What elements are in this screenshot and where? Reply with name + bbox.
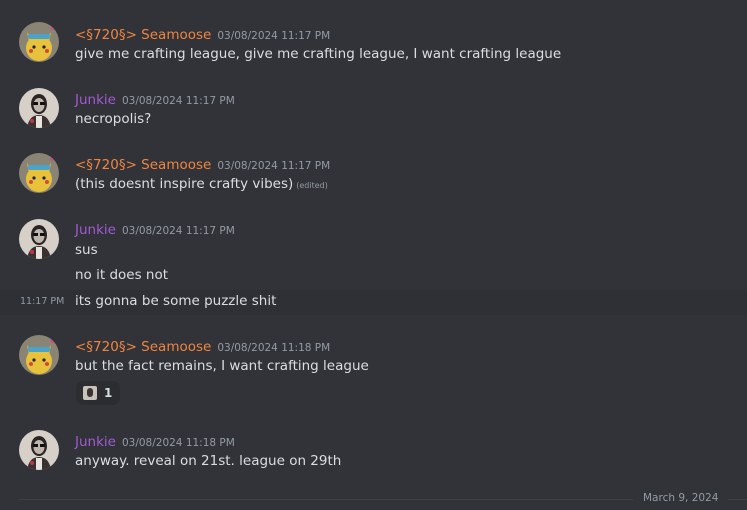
junkie-avatar-icon [19,430,59,470]
message-timestamp: 03/08/2024 11:17 PM [121,225,235,237]
message-timestamp: 03/08/2024 11:18 PM [217,342,331,354]
username[interactable]: <§720§> Seamoose [75,27,211,43]
username[interactable]: <§720§> Seamoose [75,157,211,173]
message-text: give me crafting league, give me craftin… [75,46,562,62]
message-text-content: (this doesnt inspire crafty vibes) [75,176,294,192]
username[interactable]: <§720§> Seamoose [75,339,211,355]
username[interactable]: Junkie [75,92,116,108]
date-divider-line [728,499,747,500]
message-timestamp: 03/08/2024 11:17 PM [121,95,235,107]
message-timestamp: 03/08/2024 11:17 PM [217,30,331,42]
junkie-avatar-icon [19,88,59,128]
username[interactable]: Junkie [75,434,116,450]
message-text: anyway. reveal on 21st. league on 29th [75,453,342,469]
reaction-button[interactable]: 1 [76,381,120,405]
seamoose-avatar[interactable] [19,22,59,62]
message-text: necropolis? [75,111,152,127]
pikachu-avatar-icon [19,335,59,375]
message-timestamp: 03/08/2024 11:17 PM [217,160,331,172]
junkie-avatar[interactable] [19,430,59,470]
pikachu-avatar-icon [19,22,59,62]
junkie-emoji-icon [83,386,97,400]
hover-timestamp: 11:17 PM [20,296,65,307]
junkie-avatar-icon [19,219,59,259]
message-text: (this doesnt inspire crafty vibes) (edite… [75,174,328,196]
pikachu-avatar-icon [19,153,59,193]
junkie-avatar[interactable] [19,88,59,128]
junkie-avatar[interactable] [19,219,59,259]
message-timestamp: 03/08/2024 11:18 PM [121,437,235,449]
reaction-count: 1 [104,386,113,400]
message-text: no it does not [75,267,169,283]
username[interactable]: Junkie [75,222,116,238]
date-divider-line [19,499,633,500]
seamoose-avatar[interactable] [19,153,59,193]
message-text: sus [75,242,98,258]
date-divider-label: March 9, 2024 [643,492,719,504]
edited-label: (edited) [296,181,328,190]
chat-message-list: <§720§> Seamoose 03/08/2024 11:17 PM give… [0,0,747,510]
message-text: but the fact remains, I want crafting le… [75,358,369,374]
message-text: its gonna be some puzzle shit [75,293,277,309]
seamoose-avatar[interactable] [19,335,59,375]
